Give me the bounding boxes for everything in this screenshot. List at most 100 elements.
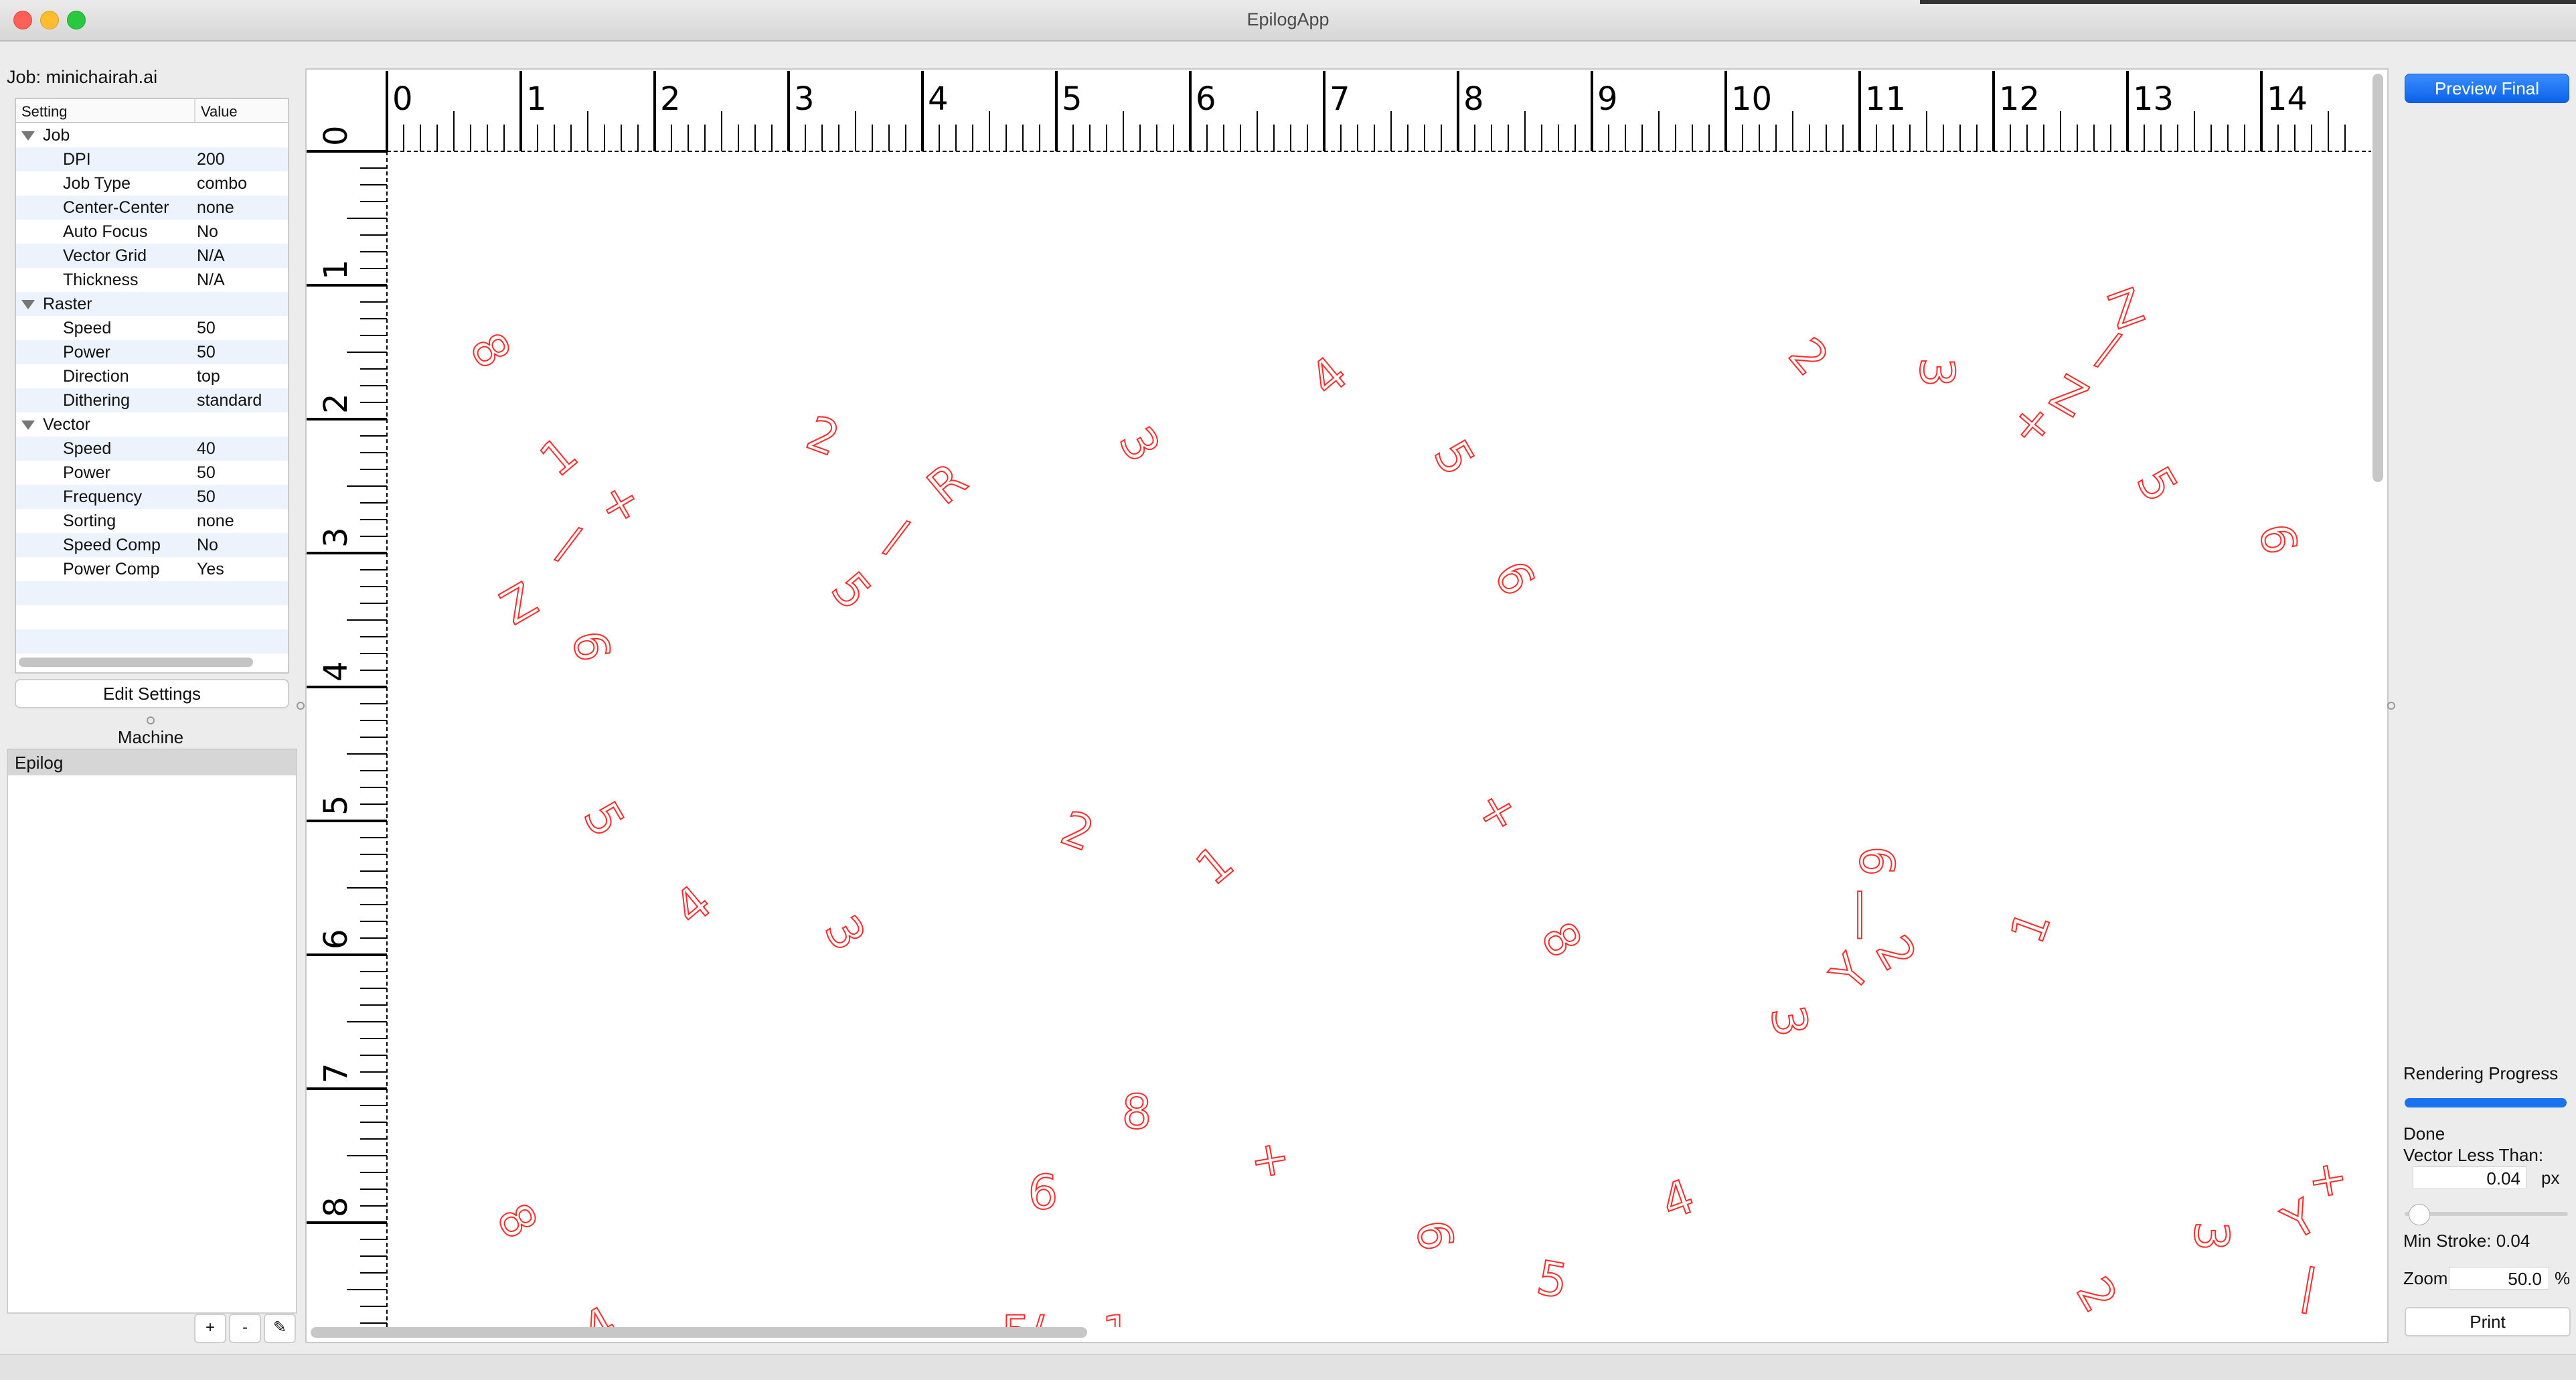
- tree-row[interactable]: Vector Grid N/A: [16, 244, 288, 268]
- engraving-glyph: /: [2092, 321, 2126, 378]
- tree-row[interactable]: DPI 200: [16, 147, 288, 171]
- setting-name: Speed Comp: [63, 536, 161, 554]
- tree-horizontal-scrollbar[interactable]: [19, 658, 253, 667]
- engraving-glyph: 2: [2066, 1268, 2128, 1322]
- edit-settings-button[interactable]: Edit Settings: [15, 679, 289, 708]
- window-title: EpilogApp: [1246, 9, 1330, 29]
- disclosure-triangle-icon[interactable]: [21, 420, 35, 430]
- zoom-field[interactable]: 50.0: [2449, 1267, 2549, 1290]
- tree-group-label: Raster: [43, 295, 92, 313]
- tree-row[interactable]: Thickness N/A: [16, 268, 288, 292]
- setting-name: Power: [63, 463, 110, 482]
- setting-value[interactable]: 40: [197, 437, 216, 461]
- engraving-glyph: 1: [1186, 834, 1244, 895]
- slider-knob[interactable]: [2409, 1204, 2430, 1225]
- tree-row[interactable]: Auto Focus No: [16, 220, 288, 244]
- tree-group-vector[interactable]: Vector: [16, 412, 288, 437]
- setting-value[interactable]: 50: [197, 316, 216, 340]
- vector-threshold-field[interactable]: 0.04: [2413, 1166, 2526, 1189]
- y-ruler-label: 2: [317, 393, 355, 414]
- engraving-glyph: +: [589, 470, 651, 537]
- x-ruler-label: 12: [1999, 80, 2040, 118]
- engraving-glyph: 2: [1778, 327, 1839, 386]
- split-handle[interactable]: [147, 716, 155, 724]
- preview-final-button[interactable]: Preview Final: [2405, 74, 2569, 103]
- setting-value[interactable]: N/A: [197, 244, 225, 268]
- engraving-glyph: 6: [1028, 1165, 1058, 1220]
- x-ruler-label: 5: [1062, 80, 1082, 118]
- value-column-header[interactable]: Value: [195, 99, 243, 122]
- left-split-handle[interactable]: [297, 702, 305, 710]
- engraving-glyph: -: [1061, 1306, 1078, 1327]
- y-ruler-label: 4: [317, 661, 355, 682]
- tree-group-job[interactable]: Job: [16, 123, 288, 147]
- machine-list[interactable]: Epilog: [7, 749, 297, 1314]
- tree-body: Job DPI 200 Job Type combo Center-Center none A…: [16, 123, 288, 672]
- tree-group-raster[interactable]: Raster: [16, 292, 288, 316]
- setting-value[interactable]: No: [197, 533, 218, 557]
- tree-row[interactable]: Power 50: [16, 461, 288, 485]
- tree-row[interactable]: Frequency 50: [16, 485, 288, 509]
- setting-value[interactable]: combo: [197, 171, 247, 196]
- setting-value[interactable]: none: [197, 509, 234, 533]
- setting-value[interactable]: 50: [197, 485, 216, 509]
- setting-value[interactable]: Yes: [197, 557, 224, 581]
- setting-value[interactable]: 50: [197, 340, 216, 364]
- engraving-glyph: 1: [1102, 1306, 1132, 1327]
- tree-row[interactable]: Speed 50: [16, 316, 288, 340]
- x-ruler-label: 6: [1196, 80, 1216, 118]
- engraving-glyph: Z: [491, 572, 547, 635]
- tree-row[interactable]: Dithering standard: [16, 388, 288, 412]
- engraving-glyph: 5: [2126, 458, 2188, 512]
- tree-row[interactable]: Speed Comp No: [16, 533, 288, 557]
- tree-row[interactable]: Power Comp Yes: [16, 557, 288, 581]
- tree-row[interactable]: Speed 40: [16, 437, 288, 461]
- disclosure-triangle-icon[interactable]: [21, 300, 35, 309]
- tree-row[interactable]: Direction top: [16, 364, 288, 388]
- tree-row[interactable]: Center-Center none: [16, 196, 288, 220]
- x-ruler-label: 0: [392, 80, 413, 118]
- edit-machine-button[interactable]: ✎: [264, 1314, 296, 1343]
- setting-value[interactable]: top: [197, 364, 220, 388]
- zoom-label: Zoom: [2403, 1268, 2448, 1288]
- canvas-vertical-scrollbar[interactable]: [2372, 74, 2383, 482]
- setting-value[interactable]: none: [197, 196, 234, 220]
- setting-name: Vector Grid: [63, 246, 147, 265]
- disclosure-triangle-icon[interactable]: [21, 131, 35, 141]
- tree-row[interactable]: Power 50: [16, 340, 288, 364]
- canvas-horizontal-scrollbar[interactable]: [311, 1327, 1087, 1338]
- setting-value[interactable]: N/A: [197, 268, 225, 292]
- engraving-glyph: 2: [1865, 927, 1927, 980]
- x-ruler-label: 1: [526, 80, 547, 118]
- engraving-glyph: |: [1852, 884, 1868, 939]
- engraving-glyph: 8: [1122, 1085, 1152, 1140]
- setting-value[interactable]: No: [197, 220, 218, 244]
- right-split-handle[interactable]: [2387, 702, 2395, 710]
- machine-list-item[interactable]: Epilog: [8, 750, 296, 775]
- setting-value[interactable]: 50: [197, 461, 216, 485]
- tree-row[interactable]: Job Type combo: [16, 171, 288, 196]
- settings-tree-table[interactable]: Setting Value Job DPI 200 Job Type combo Cent…: [15, 98, 289, 674]
- tree-group-label: Vector: [43, 415, 90, 434]
- add-machine-button[interactable]: +: [194, 1314, 226, 1343]
- setting-column-header[interactable]: Setting: [16, 99, 195, 122]
- y-ruler-label: 0: [317, 125, 355, 146]
- progress-fill: [2405, 1098, 2567, 1107]
- x-ruler-label: 3: [794, 80, 815, 118]
- canvas-panel[interactable]: 0 1 2 3 4 5 6 7 8 9 10 11 12 13 14 0 1 2 3 4 5 6 7 8 8 1 + Z 6/5 4 3 8 4…: [305, 68, 2389, 1343]
- print-button[interactable]: Print: [2405, 1307, 2571, 1336]
- x-ruler-label: 7: [1330, 80, 1350, 118]
- preview-canvas[interactable]: 0 1 2 3 4 5 6 7 8 9 10 11 12 13 14 0 1 2 3 4 5 6 7 8 8 1 + Z 6/5 4 3 8 4…: [307, 70, 2371, 1327]
- x-ruler-label: 4: [928, 80, 949, 118]
- setting-name: Speed: [63, 439, 112, 458]
- setting-value[interactable]: standard: [197, 388, 262, 412]
- tree-group-label: Job: [43, 126, 70, 145]
- setting-value[interactable]: 200: [197, 147, 225, 171]
- remove-machine-button[interactable]: -: [229, 1314, 261, 1343]
- bottom-status-bar: [0, 1354, 2576, 1380]
- engraving-glyph: 3: [2184, 1221, 2239, 1251]
- engraving-glyph: 3: [1760, 1002, 1820, 1041]
- tree-row[interactable]: Sorting none: [16, 509, 288, 533]
- min-stroke-label: Min Stroke: 0.04: [2403, 1231, 2530, 1251]
- engraving-glyph: R: [917, 452, 977, 515]
